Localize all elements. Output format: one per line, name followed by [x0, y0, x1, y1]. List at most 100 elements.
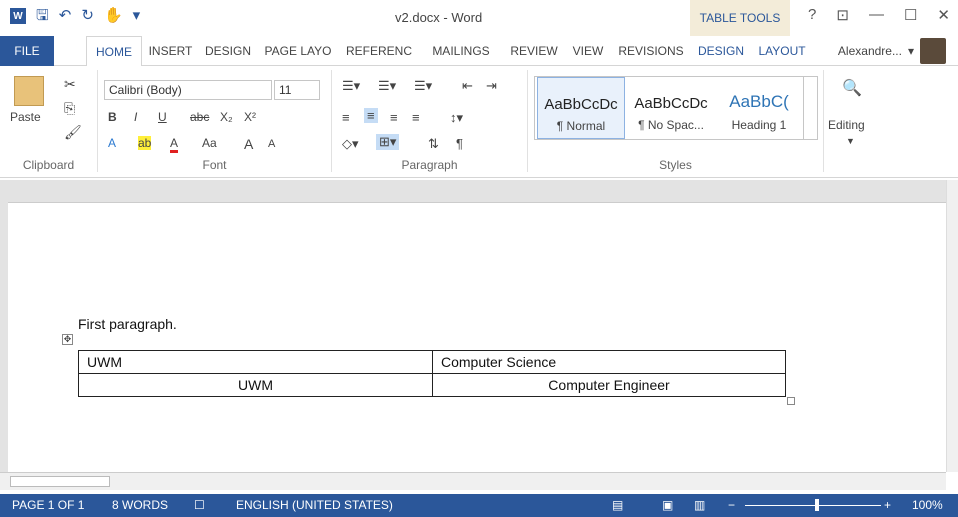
style-heading-1[interactable]: AaBbC( Heading 1 — [717, 77, 801, 139]
align-center-icon[interactable]: ≡ — [364, 108, 378, 123]
superscript-button[interactable]: X² — [244, 110, 256, 124]
language-indicator[interactable]: ENGLISH (UNITED STATES) — [236, 494, 393, 517]
bullets-icon[interactable]: ☰▾ — [342, 78, 360, 94]
format-painter-icon[interactable]: 🖌 — [64, 124, 82, 141]
align-right-icon[interactable]: ≡ — [390, 110, 398, 125]
table-move-handle[interactable]: ✥ — [62, 334, 73, 345]
tab-table-design[interactable]: DESIGN — [692, 36, 750, 66]
tab-design[interactable]: DESIGN — [199, 36, 257, 66]
tab-mailings[interactable]: MAILINGS — [420, 36, 502, 66]
multilevel-list-icon[interactable]: ☰▾ — [414, 78, 432, 94]
user-name: Alexandre... — [837, 44, 902, 58]
italic-button[interactable]: I — [134, 110, 137, 124]
editing-button[interactable]: Editing — [828, 118, 865, 132]
style-no-spacing[interactable]: AaBbCcDc ¶ No Spac... — [627, 77, 715, 139]
increase-indent-icon[interactable]: ⇥ — [486, 78, 497, 94]
close-button[interactable]: ✕ — [937, 6, 950, 24]
tab-file[interactable]: FILE — [0, 36, 54, 66]
tab-table-layout[interactable]: LAYOUT — [752, 36, 812, 66]
text-effects-button[interactable]: A — [108, 136, 116, 150]
strikethrough-button[interactable]: abc — [190, 110, 209, 124]
decrease-indent-icon[interactable]: ⇤ — [462, 78, 473, 94]
help-button[interactable]: ? — [808, 6, 816, 24]
zoom-slider[interactable] — [745, 505, 881, 506]
vertical-scrollbar[interactable] — [946, 180, 958, 472]
line-spacing-icon[interactable]: ↕▾ — [450, 110, 463, 126]
document-paragraph[interactable]: First paragraph. — [78, 316, 177, 332]
sort-icon[interactable]: ⇅ — [428, 136, 439, 152]
zoom-out-button[interactable]: − — [728, 494, 735, 517]
status-bar: PAGE 1 OF 1 8 WORDS ☐ ENGLISH (UNITED ST… — [0, 494, 958, 517]
user-account[interactable]: Alexandre... ▾ — [838, 36, 946, 66]
numbering-icon[interactable]: ☰▾ — [378, 78, 396, 94]
clipboard-group: Paste ✂ ⎘ 🖌 Clipboard — [0, 70, 98, 172]
horizontal-scrollbar[interactable] — [0, 472, 946, 490]
copy-icon[interactable]: ⎘ — [64, 100, 75, 117]
font-name-combo[interactable]: Calibri (Body) — [104, 80, 272, 100]
change-case-button[interactable]: Aa — [202, 136, 217, 150]
quick-access-toolbar: W 🖫 ↶ ↻ ✋ ▾ — [10, 8, 140, 24]
style-normal[interactable]: AaBbCcDc ¶ Normal — [537, 77, 625, 139]
page-count[interactable]: PAGE 1 OF 1 — [12, 494, 84, 517]
font-group-label: Font — [202, 158, 227, 172]
word-app-icon[interactable]: W — [10, 8, 26, 24]
tab-references[interactable]: REFERENC — [340, 36, 418, 66]
font-size-combo[interactable]: 11 — [274, 80, 320, 100]
shrink-font-button[interactable]: A — [268, 138, 275, 150]
tab-home[interactable]: HOME — [86, 36, 142, 67]
customize-toolbar-icon[interactable]: ▾ — [133, 8, 141, 24]
show-formatting-icon[interactable]: ¶ — [456, 136, 463, 151]
styles-scroll[interactable] — [803, 77, 817, 139]
ribbon-display-options-button[interactable]: ⊡ — [836, 6, 849, 24]
proofing-icon[interactable]: ☐ — [194, 494, 205, 517]
table-cell[interactable]: Computer Engineer — [432, 373, 786, 397]
font-color-button[interactable]: A — [170, 136, 179, 153]
web-layout-icon[interactable]: ▥ — [694, 494, 705, 517]
zoom-level[interactable]: 100% — [912, 494, 943, 517]
highlight-button[interactable]: ab — [138, 136, 152, 150]
scroll-thumb[interactable] — [10, 476, 110, 487]
paragraph-group: ☰▾ ☰▾ ☰▾ ⇤ ⇥ ≡ ≡ ≡ ≡ ↕▾ ◇▾ ⊞▾ ⇅ ¶ Paragr… — [332, 70, 528, 172]
avatar — [920, 38, 946, 64]
find-icon[interactable]: 🔍 — [842, 78, 862, 98]
maximize-button[interactable]: ☐ — [904, 6, 917, 24]
redo-icon[interactable]: ↻ — [81, 8, 94, 24]
table-cell[interactable]: UWM — [78, 350, 433, 374]
grow-font-button[interactable]: A — [244, 136, 253, 152]
touch-mode-icon[interactable]: ✋ — [104, 8, 123, 24]
underline-button[interactable]: U — [158, 110, 167, 124]
tab-revisions[interactable]: REVISIONS — [612, 36, 690, 66]
shading-icon[interactable]: ◇▾ — [342, 136, 359, 152]
bold-button[interactable]: B — [108, 110, 117, 124]
save-icon[interactable]: 🖫 — [36, 8, 49, 24]
undo-icon[interactable]: ↶ — [59, 8, 72, 24]
word-count[interactable]: 8 WORDS — [112, 494, 168, 517]
paste-icon[interactable] — [14, 76, 44, 106]
styles-group-label: Styles — [659, 158, 692, 172]
paste-button[interactable]: Paste — [10, 110, 41, 124]
align-left-icon[interactable]: ≡ — [342, 110, 350, 125]
document-page[interactable] — [8, 202, 946, 472]
tab-insert[interactable]: INSERT — [143, 36, 198, 66]
print-layout-icon[interactable]: ▣ — [662, 494, 673, 517]
document-table: UWM Computer Science UWM Computer Engine… — [78, 350, 786, 397]
paragraph-group-label: Paragraph — [401, 158, 458, 172]
tab-review[interactable]: REVIEW — [504, 36, 564, 66]
editing-group: 🔍 Editing ▼ — [824, 70, 884, 172]
borders-icon[interactable]: ⊞▾ — [376, 134, 400, 150]
table-cell[interactable]: UWM — [78, 373, 433, 397]
zoom-in-button[interactable]: + — [884, 494, 891, 517]
table-tools-label: TABLE TOOLS — [690, 0, 790, 36]
minimize-button[interactable]: — — [869, 6, 884, 24]
tab-page-layout[interactable]: PAGE LAYO — [258, 36, 338, 66]
subscript-button[interactable]: X₂ — [220, 110, 233, 124]
cut-icon[interactable]: ✂ — [64, 76, 76, 93]
justify-icon[interactable]: ≡ — [412, 110, 420, 125]
table-resize-handle[interactable] — [787, 397, 795, 405]
tab-view[interactable]: VIEW — [566, 36, 610, 66]
zoom-slider-thumb[interactable] — [815, 499, 819, 511]
font-group: Calibri (Body) 11 B I U abc X₂ X² A ab A… — [98, 70, 332, 172]
read-mode-icon[interactable]: ▤ — [612, 494, 623, 517]
table-cell[interactable]: Computer Science — [432, 350, 786, 374]
chevron-down-icon: ▼ — [846, 136, 855, 146]
